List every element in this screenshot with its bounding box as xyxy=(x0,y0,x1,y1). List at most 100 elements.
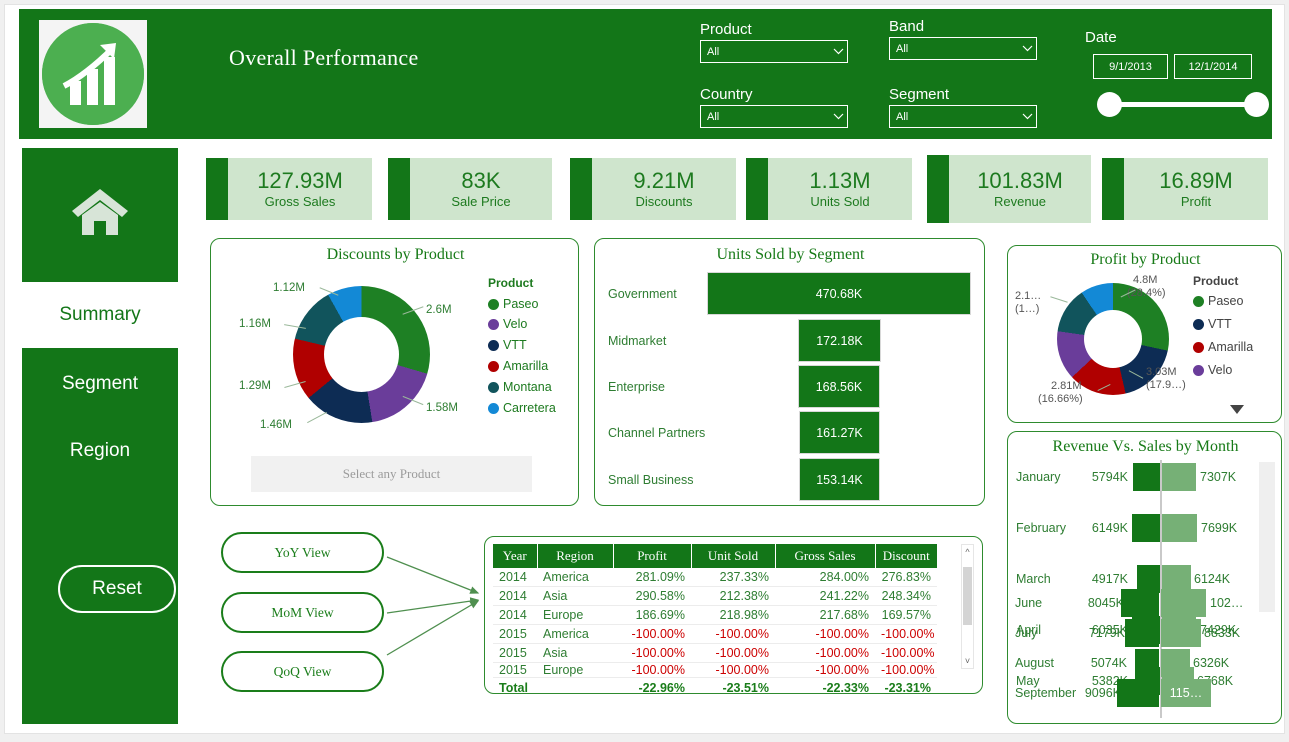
date-slider-handle-start[interactable] xyxy=(1097,92,1122,117)
cell-region: Asia xyxy=(537,643,613,663)
cell-gross-sales: -100.00% xyxy=(775,662,875,678)
bar-category-midmarket: Midmarket xyxy=(608,334,667,348)
sidebar-item-region[interactable]: Region xyxy=(22,418,178,484)
kpi-card-gross-sales[interactable]: 127.93M Gross Sales xyxy=(206,158,372,220)
kpi-card-profit[interactable]: 16.89M Profit xyxy=(1102,158,1268,220)
donut-label-paseo-profit: 4.8M xyxy=(1133,274,1158,286)
date-slider-handle-end[interactable] xyxy=(1244,92,1269,117)
date-start-field[interactable]: 9/1/2013 xyxy=(1093,54,1168,79)
rv-bar-revenue-july[interactable] xyxy=(1125,619,1159,647)
legend-label-carretera: Carretera xyxy=(503,401,556,415)
legend-item-vtt[interactable]: VTT xyxy=(488,338,556,352)
rv-bar-sales-january[interactable] xyxy=(1162,463,1196,491)
bar-category-government: Government xyxy=(608,287,677,301)
table-row[interactable]: 2015 Asia -100.00% -100.00% -100.00% -10… xyxy=(493,643,937,663)
table-scrollbar-thumb[interactable] xyxy=(963,567,972,625)
cell-region: Asia xyxy=(537,586,613,606)
rv-bar-sales-july[interactable] xyxy=(1161,619,1201,647)
table-header-profit[interactable]: Profit xyxy=(613,544,692,568)
filter-country-dropdown[interactable]: All xyxy=(700,105,848,128)
filter-band-dropdown[interactable]: All xyxy=(889,37,1037,60)
yoy-view-button[interactable]: YoY View xyxy=(221,532,384,573)
legend-item-vtt-profit[interactable]: VTT xyxy=(1193,317,1253,331)
rv-sales-july: 8833K xyxy=(1204,626,1241,640)
legend-swatch-vtt xyxy=(1193,318,1204,330)
legend-item-paseo-profit[interactable]: Paseo xyxy=(1193,294,1253,308)
rv-bar-revenue-september[interactable] xyxy=(1117,679,1159,707)
chart-title-revenue-vs-sales: Revenue Vs. Sales by Month xyxy=(1052,438,1239,455)
cell-gross-sales: 217.68% xyxy=(775,605,875,625)
yoy-view-label: YoY View xyxy=(274,544,331,560)
bar-government[interactable]: 470.68K xyxy=(707,272,971,315)
cell-region: Europe xyxy=(537,662,613,678)
kpi-card-units-sold[interactable]: 1.13M Units Sold xyxy=(746,158,912,220)
table-header-year[interactable]: Year xyxy=(493,544,538,568)
donut-pct-paseo-profit: (28.4%) xyxy=(1127,287,1166,299)
rv-bar-sales-september[interactable]: 115… xyxy=(1161,679,1211,707)
rv-bar-sales-august[interactable] xyxy=(1161,649,1190,677)
table-row[interactable]: 2014 Asia 290.58% 212.38% 241.22% 248.34… xyxy=(493,586,937,606)
sidebar-item-home[interactable] xyxy=(22,148,178,282)
table-row[interactable]: 2015 America -100.00% -100.00% -100.00% … xyxy=(493,624,937,644)
sidebar-item-segment[interactable]: Segment xyxy=(22,351,178,417)
kpi-card-discounts[interactable]: 9.21M Discounts xyxy=(570,158,736,220)
legend-item-carretera[interactable]: Carretera xyxy=(488,401,556,415)
cell-discount: -100.00% xyxy=(875,662,937,678)
cell-year: 2015 xyxy=(493,643,537,663)
reset-button[interactable]: Reset xyxy=(58,565,176,613)
qoq-view-label: QoQ View xyxy=(273,663,332,679)
total-discount: -23.31% xyxy=(875,677,937,697)
cell-year: 2014 xyxy=(493,605,537,625)
table-header-unit-sold[interactable]: Unit Sold xyxy=(691,544,776,568)
kpi-card-sale-price[interactable]: 83K Sale Price xyxy=(388,158,552,220)
legend-item-paseo[interactable]: Paseo xyxy=(488,297,556,311)
rv-bar-revenue-january[interactable] xyxy=(1133,463,1160,491)
legend-item-velo-profit[interactable]: Velo xyxy=(1193,363,1253,377)
cell-gross-sales: 284.00% xyxy=(775,568,875,587)
rv-bar-sales-june[interactable] xyxy=(1161,589,1206,617)
table-header-region[interactable]: Region xyxy=(537,544,614,568)
rv-revenue-september: 9096K xyxy=(1084,686,1121,700)
legend-item-amarilla[interactable]: Amarilla xyxy=(488,359,556,373)
table-header-discount[interactable]: Discount xyxy=(875,544,937,568)
chevron-down-icon[interactable] xyxy=(1230,401,1244,419)
kpi-label-revenue: Revenue xyxy=(993,194,1047,209)
legend-swatch-amarilla xyxy=(488,360,499,372)
donut-chart-discounts-ring[interactable] xyxy=(293,286,430,423)
table-row[interactable]: 2014 America 281.09% 237.33% 284.00% 276… xyxy=(493,568,937,587)
sidebar-item-summary[interactable]: Summary xyxy=(22,282,178,348)
bar-midmarket[interactable]: 172.18K xyxy=(798,319,881,362)
rv-bar-revenue-august[interactable] xyxy=(1135,649,1159,677)
cell-unit-sold: 212.38% xyxy=(691,586,775,606)
date-end-field[interactable]: 12/1/2014 xyxy=(1174,54,1252,79)
mom-view-button[interactable]: MoM View xyxy=(221,592,384,633)
table-row[interactable]: 2015 Europe -100.00% -100.00% -100.00% -… xyxy=(493,662,937,678)
rv-sales-march: 6124K xyxy=(1194,572,1231,586)
table-row[interactable]: 2014 Europe 186.69% 218.98% 217.68% 169.… xyxy=(493,605,937,625)
panel-profit-by-product: Profit by Product 2.1… (1…) 4.8M (28.4%)… xyxy=(1007,245,1282,423)
qoq-view-button[interactable]: QoQ View xyxy=(221,651,384,692)
product-slicer[interactable]: Select any Product xyxy=(251,456,532,492)
donut-label-vtt-profit: 3.03M xyxy=(1146,366,1177,378)
legend-item-amarilla-profit[interactable]: Amarilla xyxy=(1193,340,1253,354)
chevron-up-icon[interactable]: ^ xyxy=(962,547,973,557)
table-total-row: Total -22.96% -23.51% -22.33% -23.31% xyxy=(493,677,937,697)
cell-discount: 248.34% xyxy=(875,586,937,606)
legend-item-montana[interactable]: Montana xyxy=(488,380,556,394)
legend-item-velo[interactable]: Velo xyxy=(488,317,556,331)
chevron-down-icon[interactable]: ˅ xyxy=(962,656,973,666)
bar-small-business[interactable]: 153.14K xyxy=(799,458,880,501)
table-scrollbar[interactable]: ^ ˅ xyxy=(961,544,974,669)
kpi-value-units-sold: 1.13M xyxy=(809,168,871,193)
bar-enterprise[interactable]: 168.56K xyxy=(798,365,880,408)
kpi-card-revenue[interactable]: 101.83M Revenue xyxy=(927,155,1091,223)
rv-bar-sales-february[interactable] xyxy=(1162,514,1197,542)
date-slider-track[interactable] xyxy=(1111,102,1258,107)
filter-segment-dropdown[interactable]: All xyxy=(889,105,1037,128)
cell-region: America xyxy=(537,624,613,644)
table-header-gross-sales[interactable]: Gross Sales xyxy=(775,544,876,568)
bar-channel-partners[interactable]: 161.27K xyxy=(799,411,880,454)
rv-bar-revenue-june[interactable] xyxy=(1121,589,1159,617)
rv-bar-revenue-february[interactable] xyxy=(1132,514,1160,542)
filter-product-dropdown[interactable]: All xyxy=(700,40,848,63)
